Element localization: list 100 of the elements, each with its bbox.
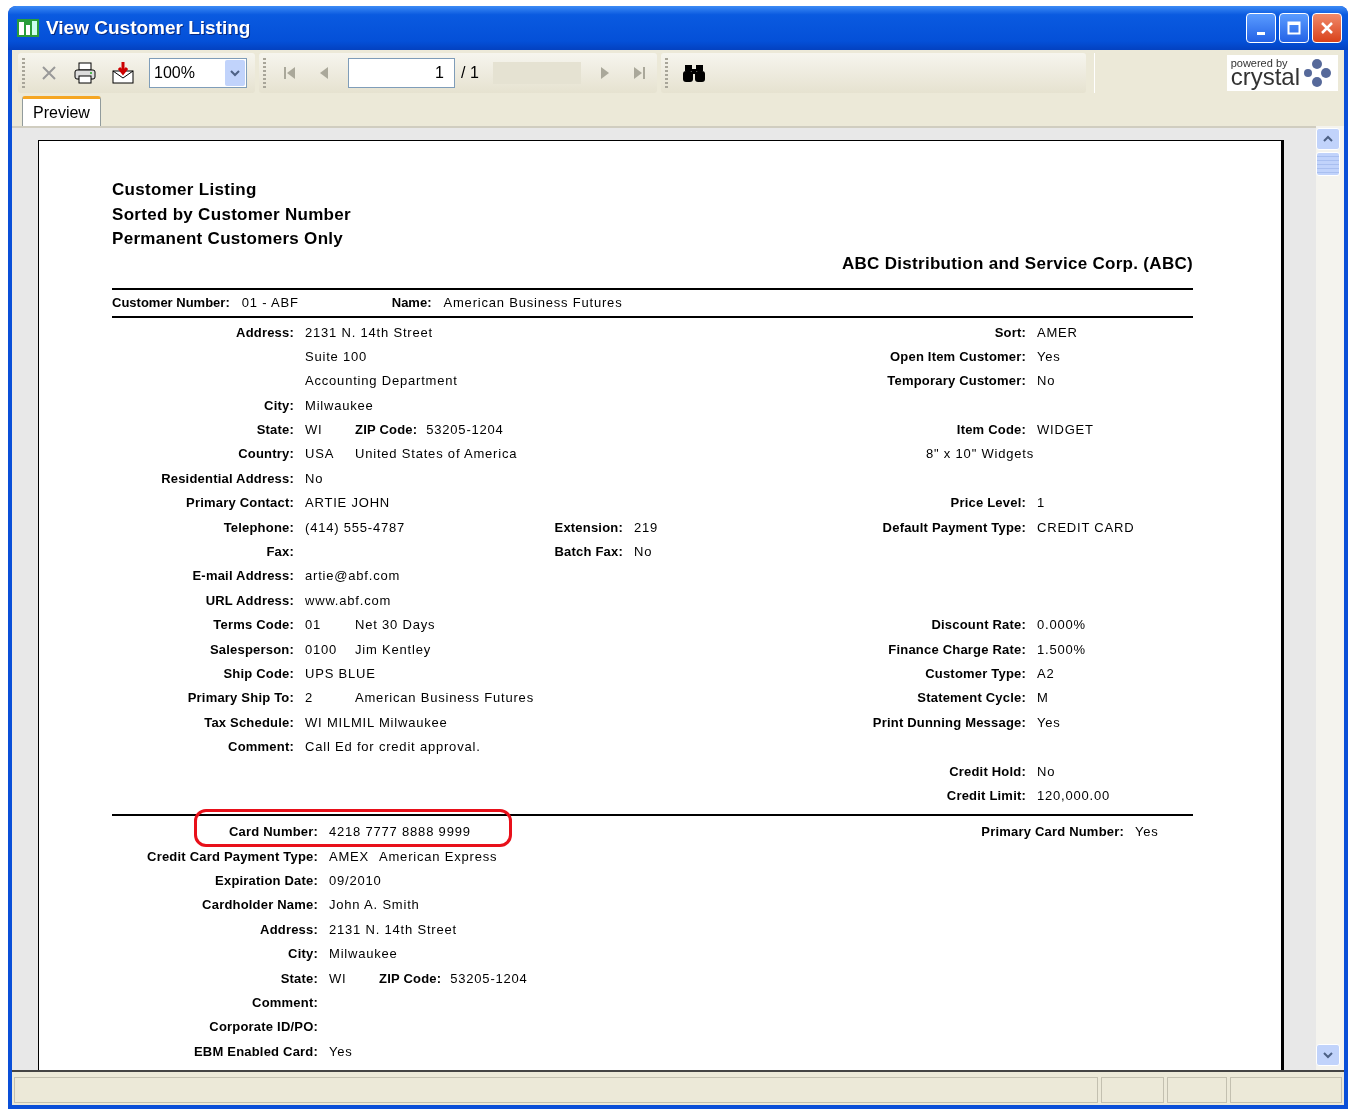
field-label: Credit Card Payment Type: <box>147 848 318 864</box>
field-value: John A. Smith <box>329 896 420 915</box>
field-value: A2 <box>1037 665 1055 681</box>
field-label: Extension: <box>554 519 623 535</box>
field-label: Address: <box>260 921 318 937</box>
field-value: Milwaukee <box>329 945 398 964</box>
field-label: Temporary Customer: <box>887 373 1026 389</box>
field-value: artie@abf.com <box>305 567 401 586</box>
field-label: Card Number: <box>228 824 318 840</box>
field-value: Accounting Department <box>305 372 458 391</box>
caret-icon <box>229 68 241 78</box>
field-value: No <box>305 469 325 488</box>
field-label: Terms Code: <box>213 617 294 633</box>
field-value: American Express <box>379 847 498 866</box>
field-value: American Business Futures <box>355 689 531 708</box>
field-value: CREDIT CARD <box>1037 519 1135 535</box>
tab[interactable]: Preview <box>22 96 101 126</box>
dots-icon <box>1302 58 1332 88</box>
field-value: UPS BLUE <box>305 664 376 683</box>
field-value: 120,000.00 <box>1037 787 1111 803</box>
field-label: Discount Rate: <box>931 617 1026 633</box>
field-value: 53205-1204 <box>450 969 528 988</box>
close-icon <box>1320 21 1334 35</box>
field-label: Comment: <box>228 739 294 755</box>
field-label: Finance Charge Rate: <box>888 641 1026 657</box>
field-label: City: <box>288 946 318 962</box>
field-value: Yes <box>329 1042 354 1061</box>
field-value: AMER <box>1037 324 1078 340</box>
field-value: 01 - ABF <box>241 295 300 310</box>
field-value: 219 <box>634 519 659 535</box>
field-label: Address: <box>236 324 294 340</box>
window-title: View Customer Listing <box>46 17 252 39</box>
field-label: Credit Hold: <box>949 763 1026 779</box>
field-label: Open Item Customer: <box>890 348 1026 364</box>
field-label: Statement Cycle: <box>917 690 1026 706</box>
field-label: Primary Contact: <box>186 495 294 511</box>
close-button[interactable] <box>1312 13 1342 43</box>
field-label: Customer Number: <box>112 295 230 310</box>
report-title: Customer Listing <box>112 179 258 201</box>
field-label: Ship Code: <box>223 665 294 681</box>
field-value: United States of America <box>355 445 518 464</box>
field-label: E-mail Address: <box>192 568 294 584</box>
field-label: Customer Type: <box>925 665 1026 681</box>
field-label: State: <box>256 422 294 438</box>
maximize-icon <box>1287 21 1301 35</box>
field-label: ZIP Code: <box>379 969 442 988</box>
field-value: 8" x 10" Widgets <box>926 446 1034 462</box>
field-label: Item Code: <box>956 422 1026 438</box>
dropdown-button[interactable] <box>225 60 245 86</box>
field-label: Name: <box>391 295 432 310</box>
field-label: Batch Fax: <box>554 544 623 559</box>
field-value: USA <box>305 445 336 464</box>
company-name: ABC Distribution and Service Corp. (ABC) <box>840 252 1193 275</box>
field-label: EBM Enabled Card: <box>193 1043 318 1059</box>
field-value: 0.000% <box>1037 617 1086 633</box>
app-icon <box>16 16 40 40</box>
field-value: 2131 N. 14th Street <box>305 323 433 342</box>
field-label: Primary Ship To: <box>187 690 294 706</box>
page-total: / 1 <box>461 64 479 82</box>
field-value: 0100 <box>305 640 339 659</box>
report-title: Sorted by Customer Number <box>112 203 352 226</box>
page-field[interactable]: 1 <box>348 58 455 88</box>
logo-tagline: powered by <box>1230 57 1288 69</box>
field-label: Sort: <box>994 324 1026 340</box>
field-value: 53205-1204 <box>426 421 504 440</box>
field-label: Credit Limit: <box>946 787 1026 803</box>
field-value: AMEX <box>329 847 371 866</box>
field-label: Country: <box>238 446 294 462</box>
field-label: Print Dunning Message: <box>872 714 1026 730</box>
field-label: Corporate ID/PO: <box>209 1019 318 1035</box>
field-value: 1.500% <box>1037 641 1086 657</box>
caret-up-icon <box>1322 134 1334 144</box>
field-value: Net 30 Days <box>355 616 436 635</box>
field-value: Call Ed for credit approval. <box>305 738 481 757</box>
export-icon[interactable] <box>111 61 135 85</box>
field-value: M <box>1037 690 1049 706</box>
caret-down-icon <box>1322 1050 1334 1060</box>
field-value: 2 <box>305 689 315 708</box>
field-label: ZIP Code: <box>355 421 418 440</box>
field-label: Salesperson: <box>209 641 294 657</box>
scroll-down-button[interactable] <box>1316 1044 1340 1066</box>
scroll-up-button[interactable] <box>1316 128 1340 150</box>
field-value: ARTIE JOHN <box>305 494 391 513</box>
maximize-button[interactable] <box>1279 13 1309 43</box>
field-value: WIDGET <box>1037 422 1094 438</box>
minimize-button[interactable] <box>1246 13 1276 43</box>
field-value: 2131 N. 14th Street <box>329 920 457 939</box>
field-label: URL Address: <box>205 592 294 608</box>
zoom-dropdown[interactable]: 100% <box>149 58 247 88</box>
field-value: No <box>1037 373 1056 389</box>
field-value: Yes <box>1037 348 1061 364</box>
field-label: Comment: <box>252 995 318 1011</box>
minimize-icon <box>1257 31 1265 35</box>
printer-icon[interactable] <box>73 61 97 85</box>
field-value: No <box>1037 763 1056 779</box>
field-value: 1 <box>1037 495 1046 511</box>
field-label: Price Level: <box>950 495 1026 511</box>
vertical-scrollbar[interactable] <box>1316 126 1344 1070</box>
scroll-thumb[interactable] <box>1316 152 1340 176</box>
field-value: Suite 100 <box>305 347 368 366</box>
